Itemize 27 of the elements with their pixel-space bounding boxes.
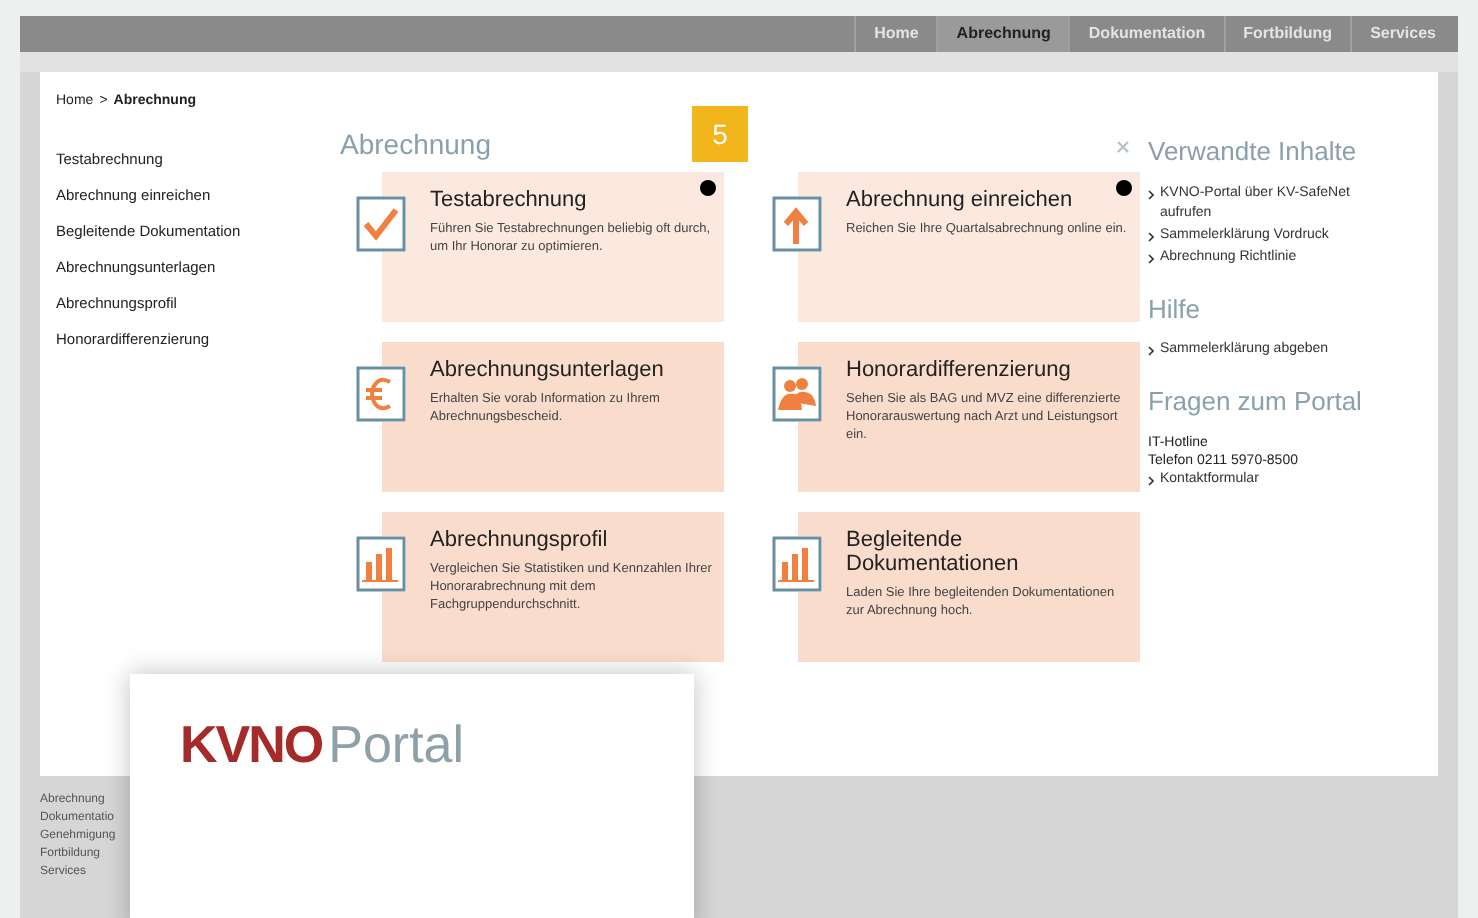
card-title: Honorardifferenzierung xyxy=(846,358,1073,382)
info-icon[interactable] xyxy=(1116,180,1132,196)
bar-chart-icon xyxy=(356,536,406,592)
page-heading: Abrechnung xyxy=(340,126,494,164)
section-heading: Hilfe xyxy=(1148,291,1203,327)
upload-arrow-icon xyxy=(772,196,822,252)
section-heading: Fragen zum Portal xyxy=(1148,384,1364,420)
info-icon[interactable] xyxy=(700,180,716,196)
card-title: Abrechnungsprofil xyxy=(430,528,610,552)
number-badge: 5 xyxy=(692,106,748,162)
card-title: Abrechnungsunterlagen xyxy=(430,358,666,382)
bar-chart-icon xyxy=(772,536,822,592)
people-icon xyxy=(772,366,822,422)
chevron-icon xyxy=(1148,346,1154,356)
card-title: Abrechnung einreichen xyxy=(846,188,1075,212)
card-title: Testabrechnung xyxy=(430,188,589,212)
logo-text: Portal xyxy=(328,712,465,778)
section-heading: Verwandte Inhalte xyxy=(1148,134,1359,170)
euro-icon xyxy=(356,366,406,422)
nav-tab[interactable]: Abrechnung xyxy=(936,16,1069,52)
chevron-icon xyxy=(1148,253,1154,263)
chevron-icon xyxy=(1148,231,1154,241)
checkmark-icon xyxy=(356,196,406,252)
chevron-icon xyxy=(1148,189,1154,199)
logo-text: KVNO xyxy=(180,712,323,778)
card-title: Begleitende Dokumentationen xyxy=(846,528,1021,576)
chevron-icon xyxy=(1148,475,1154,485)
